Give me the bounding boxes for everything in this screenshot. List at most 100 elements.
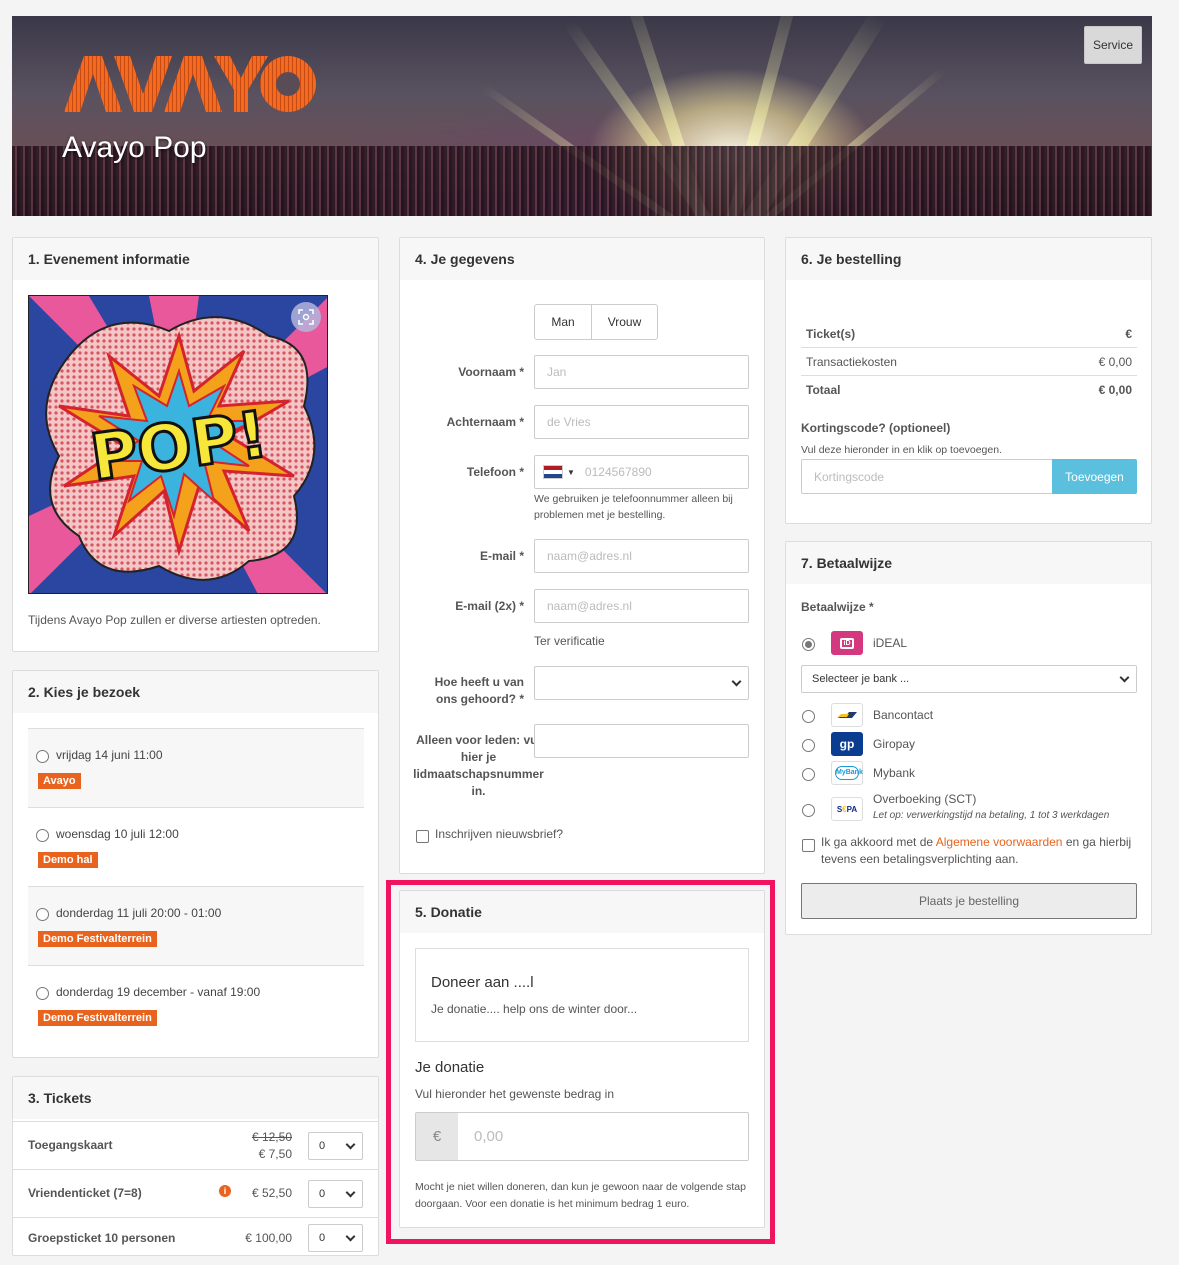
section-title: 3. Tickets [13,1077,378,1119]
location-badge: Demo hal [38,852,98,868]
sepa-icon: S € PA [831,797,863,821]
donation-box-title: Doneer aan ....l [431,974,534,991]
phone-input[interactable]: ▼ 0124567890 [534,455,749,489]
donation-amount-group: € 0,00 [415,1112,749,1161]
ideal-radio[interactable] [802,638,815,651]
avayo-logo [64,56,316,112]
visit-option[interactable]: donderdag 11 juli 20:00 - 01:00 Demo Fes… [28,887,364,966]
add-discount-button[interactable]: Toevoegen [1052,459,1137,494]
section-title: 2. Kies je bezoek [13,671,378,713]
firstname-input[interactable]: Jan [534,355,749,389]
ticket-row: Vriendenticket (7=8) i € 52,50 0 [13,1169,378,1217]
phone-note: We gebruiken je telefoonnummer alleen bi… [534,493,733,521]
donation-panel: 5. Donatie Doneer aan ....l Je donatie..… [399,890,765,1228]
visit-option[interactable]: donderdag 19 december - vanaf 19:00 Demo… [28,966,364,1045]
event-banner: Avayo Pop Service [12,16,1152,216]
email-label: E-mail * [479,549,524,563]
bank-select[interactable]: Selecteer je bank ... [801,665,1137,693]
email-confirm-label: E-mail (2x) * [455,599,524,613]
discount-title: Kortingscode? (optioneel) [801,421,951,435]
ticket-row: Groepsticket 10 personen € 100,00 0 [13,1217,378,1265]
giropay-radio[interactable] [802,739,815,752]
email-input[interactable]: naam@adres.nl [534,539,749,573]
location-badge: Demo Festivalterrein [38,931,157,947]
discount-hint: Vul deze hieronder in en klik op toevoeg… [801,444,1002,456]
zoom-icon[interactable] [291,302,321,332]
terms-checkbox[interactable] [802,839,815,852]
discount-code-input[interactable]: Kortingscode [801,459,1053,494]
mybank-icon: MyBank [831,761,863,785]
donation-footnote: Mocht je niet willen doneren, dan kun je… [415,1181,746,1210]
heard-about-select[interactable] [534,666,749,700]
member-number-input[interactable] [534,724,749,758]
info-icon[interactable]: i [219,1185,231,1197]
donation-instruction: Vul hieronder het gewenste bedrag in [415,1087,615,1101]
service-button[interactable]: Service [1084,26,1142,64]
sepa-radio[interactable] [802,804,815,817]
gender-toggle: Man Vrouw [534,304,658,340]
order-table: Ticket(s) € Transactiekosten € 0,00 Totaal… [801,320,1137,404]
newsletter-checkbox[interactable] [416,830,429,843]
chevron-down-icon: ▼ [567,467,575,477]
visit-option[interactable]: woensdag 10 juli 12:00 Demo hal [28,808,364,887]
section-title: 7. Betaalwijze [786,542,1151,584]
donation-info-box: Doneer aan ....l Je donatie.... help ons… [415,948,749,1042]
gender-man-button[interactable]: Man [535,305,592,339]
section-title: 1. Evenement informatie [13,238,378,280]
terms-link[interactable]: Algemene voorwaarden [936,835,1063,849]
visit-date: donderdag 19 december - vanaf 19:00 [56,985,261,999]
order-row-total: Totaal € 0,00 [806,383,1132,397]
ticket-price: € 100,00 [245,1231,292,1245]
donation-heading: Je donatie [415,1059,485,1076]
email-confirm-note: Ter verificatie [534,634,605,648]
order-row-fees: Transactiekosten € 0,00 [801,348,1137,376]
bancontact-radio[interactable] [802,710,815,723]
ideal-label: iDEAL [873,636,908,650]
email-confirm-input[interactable]: naam@adres.nl [534,589,749,623]
giropay-icon: gp [831,732,863,756]
visit-radio[interactable] [36,987,49,1000]
euro-addon: € [416,1113,458,1160]
location-badge: Avayo [38,773,81,789]
donation-box-text: Je donatie.... help ons de winter door..… [431,1002,638,1016]
ticket-name: Groepsticket 10 personen [28,1231,176,1245]
visit-radio[interactable] [36,829,49,842]
location-badge: Demo Festivalterrein [38,1010,157,1026]
heard-about-label: Hoe heeft u van ons gehoord? * [434,675,524,706]
ticket-quantity-select[interactable]: 0 [308,1224,363,1252]
ticket-name: Toegangskaart [28,1138,113,1152]
payment-panel: 7. Betaalwijze Betaalwijze * iD iDEAL Se… [785,541,1152,935]
donation-amount-input[interactable]: 0,00 [458,1113,748,1160]
tickets-panel: 3. Tickets Toegangskaart € 12,50 € 7,50 … [12,1076,379,1256]
personal-details-panel: 4. Je gegevens Man Vrouw Voornaam * Jan … [399,237,765,874]
visit-radio[interactable] [36,908,49,921]
lastname-input[interactable]: de Vries [534,405,749,439]
event-info-panel: 1. Evenement informatie POP! Tijdens Ava… [12,237,379,652]
visit-date: woensdag 10 juli 12:00 [56,827,179,841]
payment-method-label: Betaalwijze * [801,600,874,614]
sepa-label: Overboeking (SCT) [873,792,977,806]
mybank-radio[interactable] [802,768,815,781]
ticket-quantity-select[interactable]: 0 [308,1180,363,1208]
bancontact-label: Bancontact [873,708,934,722]
ideal-icon: iD [831,631,863,655]
ticket-name: Vriendenticket (7=8) [28,1186,142,1200]
flag-nl-icon[interactable] [543,465,563,479]
visit-date: donderdag 11 juli 20:00 - 01:00 [56,906,222,920]
section-title: 5. Donatie [400,891,764,933]
giropay-label: Giropay [873,737,916,751]
visit-option[interactable]: vrijdag 14 juni 11:00 Avayo [28,729,364,808]
order-summary-panel: 6. Je bestelling Ticket(s) € Transactieko… [785,237,1152,524]
event-image: POP! [28,295,328,594]
ticket-quantity-select[interactable]: 0 [308,1132,363,1160]
visit-date: vrijdag 14 juni 11:00 [56,748,163,762]
place-order-button[interactable]: Plaats je bestelling [801,883,1137,919]
visit-radio[interactable] [36,750,49,763]
newsletter-label: Inschrijven nieuwsbrief? [435,827,564,841]
terms-text: Ik ga akkoord met de Algemene voorwaarde… [821,835,1132,866]
visit-list: vrijdag 14 juni 11:00 Avayo woensdag 10 … [28,728,364,1045]
bancontact-icon [831,703,863,727]
gender-vrouw-button[interactable]: Vrouw [592,305,657,339]
lastname-label: Achternaam * [446,415,524,429]
mybank-label: Mybank [873,766,916,780]
